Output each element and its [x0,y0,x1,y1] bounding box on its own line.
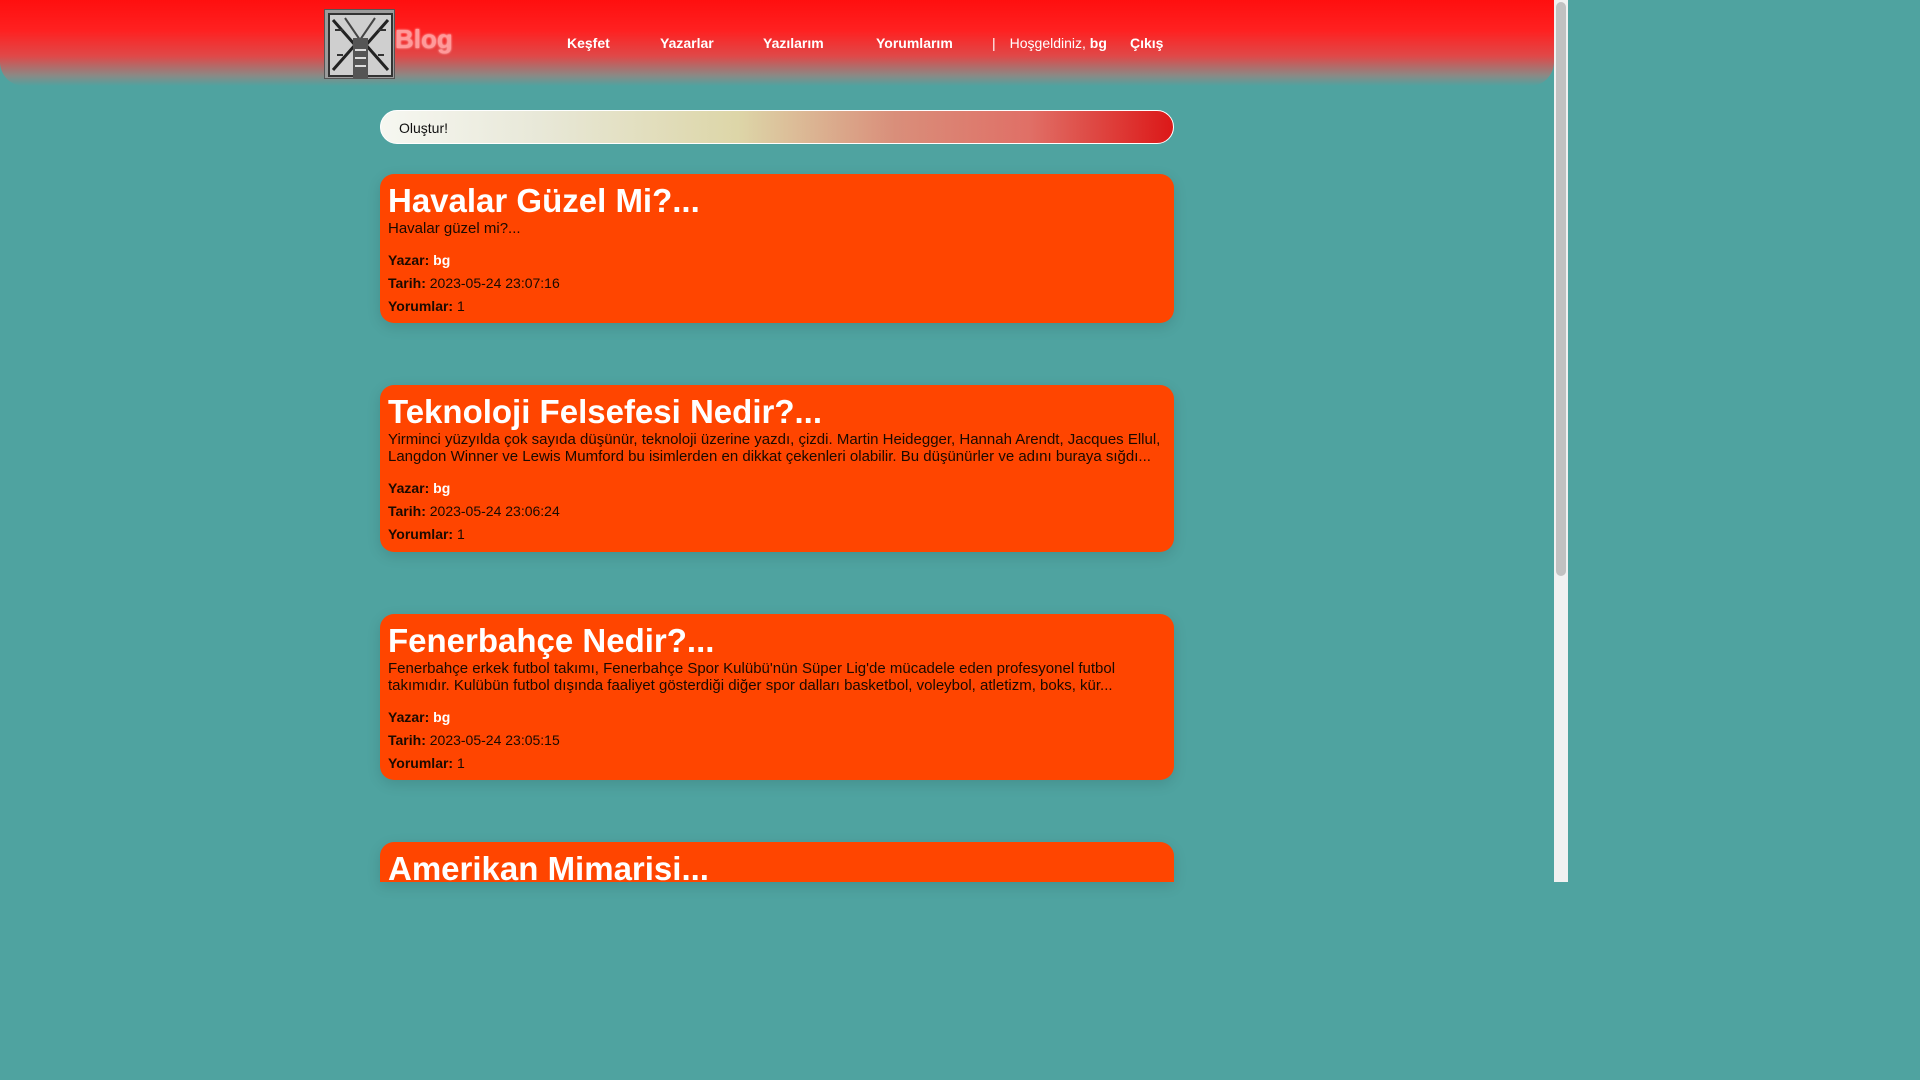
post-title[interactable]: Amerikan Mimarisi... [388,850,1166,888]
scrollbar-thumb[interactable] [1556,2,1566,576]
comments-label: Yorumlar: [388,526,454,542]
nav-yazilarim[interactable]: Yazılarım [763,35,824,51]
comments-value: 1 [456,755,465,771]
logo-text[interactable]: Blog [395,24,453,55]
post-comments: Yorumlar: 1 [388,298,1166,315]
vertical-scrollbar[interactable] [1554,0,1568,882]
post-date: Tarih: 2023-05-24 23:06:24 [388,503,1166,520]
author-link[interactable]: bg [433,709,450,725]
comments-label: Yorumlar: [388,755,454,771]
date-value: 2023-05-24 23:07:16 [429,275,560,291]
author-label: Yazar: [388,480,430,496]
date-label: Tarih: [388,275,426,291]
nav-yazarlar[interactable]: Yazarlar [660,35,714,51]
date-label: Tarih: [388,732,426,748]
welcome-prefix: Hoşgeldiniz, [1009,35,1086,51]
nav-kesfet[interactable]: Keşfet [567,35,610,51]
post-date: Tarih: 2023-05-24 23:07:16 [388,275,1166,292]
author-link[interactable]: bg [433,252,450,268]
create-post-label: Oluştur! [399,120,449,136]
post-comments: Yorumlar: 1 [388,526,1166,543]
welcome-message: | Hoşgeldiniz, bg [992,35,1107,51]
nav-separator: | [992,35,996,51]
welcome-user: bg [1089,35,1107,51]
post-excerpt: Havalar güzel mi?... [388,220,521,237]
comments-value: 1 [456,298,465,314]
logout-link[interactable]: Çıkış [1130,35,1163,51]
post-title[interactable]: Fenerbahçe Nedir?... [388,622,1166,660]
post-card: Amerikan Mimarisi... [380,842,1174,887]
post-author: Yazar: bg [388,252,1166,269]
post-date: Tarih: 2023-05-24 23:05:15 [388,732,1166,749]
date-label: Tarih: [388,503,426,519]
author-label: Yazar: [388,709,430,725]
nav-yorumlarim[interactable]: Yorumlarım [876,35,953,51]
author-link[interactable]: bg [433,480,450,496]
post-author: Yazar: bg [388,709,1166,726]
comments-value: 1 [456,526,465,542]
logo-image[interactable] [324,9,395,79]
post-title[interactable]: Havalar Güzel Mi?... [388,182,1166,220]
post-excerpt: Yirminci yüzyılda çok sayıda düşünür, te… [388,431,1161,465]
post-excerpt: Fenerbahçe erkek futbol takımı, Fenerbah… [388,660,1116,694]
post-author: Yazar: bg [388,480,1166,497]
post-title[interactable]: Teknoloji Felsefesi Nedir?... [388,393,1166,431]
post-comments: Yorumlar: 1 [388,755,1166,772]
post-card: Teknoloji Felsefesi Nedir?... Yirminci y… [380,385,1174,552]
create-post-button[interactable]: Oluştur! [380,110,1174,144]
comments-label: Yorumlar: [388,298,454,314]
post-card: Fenerbahçe Nedir?... Fenerbahçe erkek fu… [380,614,1174,780]
author-label: Yazar: [388,252,430,268]
post-card: Havalar Güzel Mi?... Havalar güzel mi?..… [380,174,1174,323]
date-value: 2023-05-24 23:06:24 [429,503,560,519]
date-value: 2023-05-24 23:05:15 [429,732,560,748]
site-header: Blog Keşfet Yazarlar Yazılarım Yorumları… [0,0,1554,86]
